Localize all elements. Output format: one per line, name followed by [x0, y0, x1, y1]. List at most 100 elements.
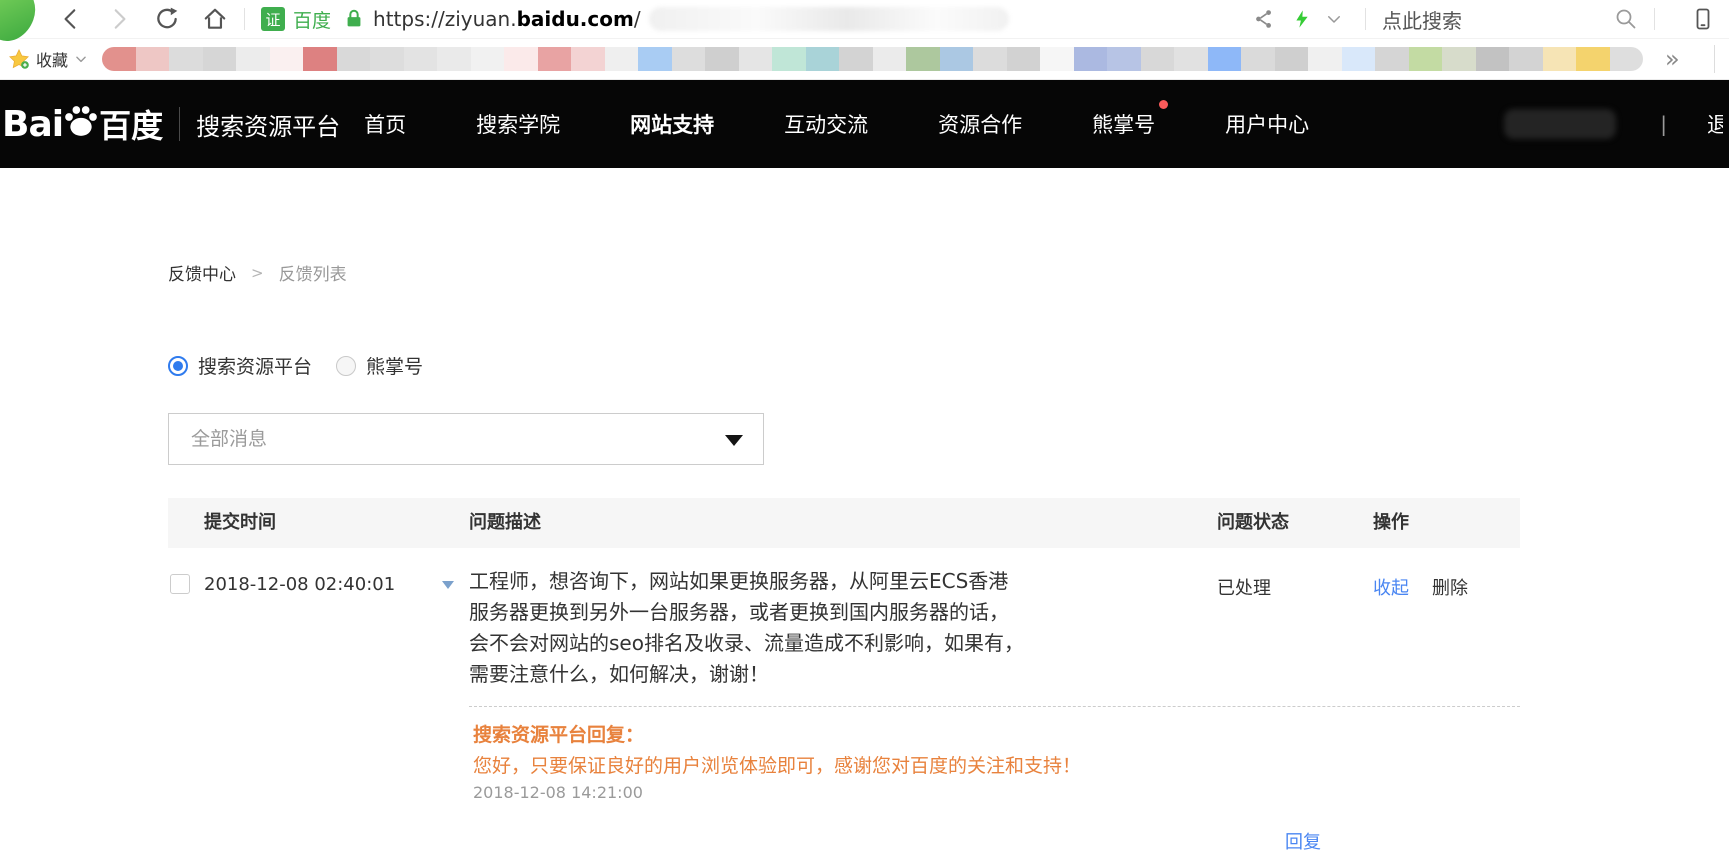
bookmark-item[interactable] — [1342, 47, 1376, 71]
bookmark-item[interactable] — [169, 47, 203, 71]
nav-item-search-academy[interactable]: 搜索学院 — [476, 109, 560, 139]
bookmark-item[interactable] — [739, 47, 773, 71]
bookmark-item[interactable] — [303, 47, 337, 71]
bookmark-item[interactable] — [1007, 47, 1041, 71]
bookmark-item[interactable] — [236, 47, 270, 71]
bookmark-item[interactable] — [1476, 47, 1510, 71]
bookmark-item[interactable] — [270, 47, 304, 71]
favorites-label[interactable]: 收藏 — [36, 47, 68, 71]
radio-search-platform[interactable] — [168, 356, 188, 376]
bookmark-item[interactable] — [102, 47, 136, 71]
lightning-icon[interactable] — [1293, 10, 1311, 28]
bookmark-item[interactable] — [1409, 47, 1443, 71]
message-filter-dropdown[interactable]: 全部消息 — [168, 413, 764, 465]
bookmark-item[interactable] — [672, 47, 706, 71]
submit-time: 2018-12-08 02:40:01 — [204, 574, 395, 595]
bookmark-item[interactable] — [1442, 47, 1476, 71]
certificate-site-label: 百度 — [293, 6, 331, 33]
bookmark-item[interactable] — [772, 47, 806, 71]
nav-item-label: 熊掌号 — [1092, 113, 1155, 137]
toolbar-divider — [244, 8, 245, 30]
bookmark-item[interactable] — [1208, 47, 1242, 71]
bookmark-item[interactable] — [437, 47, 471, 71]
radio-xiongzhanghao-label[interactable]: 熊掌号 — [366, 352, 423, 379]
bookmark-item[interactable] — [1275, 47, 1309, 71]
mobile-phone-icon[interactable] — [1691, 7, 1715, 31]
bookmark-item[interactable] — [1074, 47, 1108, 71]
share-icon[interactable] — [1253, 8, 1275, 30]
chevron-down-icon[interactable] — [1325, 10, 1343, 28]
radio-xiongzhanghao[interactable] — [336, 356, 356, 376]
delete-link[interactable]: 删除 — [1432, 574, 1468, 600]
search-icon[interactable] — [1614, 7, 1638, 31]
url-redacted-blur — [649, 7, 1009, 31]
bookmark-item[interactable] — [906, 47, 940, 71]
bookmark-item[interactable] — [1174, 47, 1208, 71]
dropdown-caret-icon — [725, 435, 743, 446]
bookmark-item[interactable] — [806, 47, 840, 71]
bookmark-item[interactable] — [1610, 47, 1644, 71]
url-slash: / — [634, 7, 641, 31]
bookmark-item[interactable] — [1107, 47, 1141, 71]
bookmark-item[interactable] — [873, 47, 907, 71]
nav-item-xiongzhanghao[interactable]: 熊掌号 — [1092, 109, 1155, 139]
reload-icon[interactable] — [154, 6, 180, 32]
breadcrumb-feedback-center[interactable]: 反馈中心 — [168, 260, 236, 285]
nav-item-site-support[interactable]: 网站支持 — [630, 109, 714, 139]
bookmark-item[interactable] — [1375, 47, 1409, 71]
nav-item-user-center[interactable]: 用户中心 — [1225, 109, 1309, 139]
bookmark-item[interactable] — [1040, 47, 1074, 71]
bookmarks-overflow-icon[interactable]: » — [1665, 47, 1680, 71]
forward-icon[interactable] — [106, 6, 132, 32]
notification-dot — [1159, 100, 1168, 109]
reply-link[interactable]: 回复 — [1285, 828, 1321, 854]
bookmark-item[interactable] — [605, 47, 639, 71]
bookmark-item[interactable] — [705, 47, 739, 71]
address-bar[interactable]: 证 百度 https://ziyuan.baidu.com/ — [261, 6, 1009, 33]
bookmark-item[interactable] — [839, 47, 873, 71]
baidu-logo[interactable]: Bai 百度 — [2, 101, 163, 147]
radio-search-platform-label[interactable]: 搜索资源平台 — [198, 352, 312, 379]
row-checkbox[interactable] — [170, 574, 190, 594]
bookmark-item[interactable] — [940, 47, 974, 71]
bookmark-item[interactable] — [973, 47, 1007, 71]
bookmark-item[interactable] — [504, 47, 538, 71]
nav-item-interaction[interactable]: 互动交流 — [784, 109, 868, 139]
collapse-link[interactable]: 收起 — [1373, 574, 1409, 600]
bookmark-item[interactable] — [471, 47, 505, 71]
nav-item-home[interactable]: 首页 — [364, 109, 406, 139]
back-icon[interactable] — [58, 6, 84, 32]
breadcrumb: 反馈中心 > 反馈列表 — [168, 260, 347, 285]
nav-items: 首页 搜索学院 网站支持 互动交流 资源合作 熊掌号 用户中心 — [364, 109, 1309, 139]
bookmark-item[interactable] — [1241, 47, 1275, 71]
logo-divider — [179, 107, 180, 141]
bookmark-item[interactable] — [404, 47, 438, 71]
bookmark-item[interactable] — [571, 47, 605, 71]
user-area: | 退 — [1504, 109, 1723, 139]
collapse-caret-icon[interactable] — [442, 581, 454, 589]
bookmark-item[interactable] — [203, 47, 237, 71]
bookmark-item[interactable] — [1576, 47, 1610, 71]
reply-title: 搜索资源平台回复： — [473, 720, 644, 747]
favorites-star-icon[interactable] — [8, 48, 30, 70]
certificate-badge-icon[interactable]: 证 — [261, 7, 285, 31]
bookmark-item[interactable] — [638, 47, 672, 71]
bookmark-item[interactable] — [337, 47, 371, 71]
home-icon[interactable] — [202, 6, 228, 32]
favorites-chevron-icon[interactable] — [74, 52, 88, 66]
feedback-page: 反馈中心 > 反馈列表 搜索资源平台 熊掌号 全部消息 提交时间 问题描述 问题… — [0, 168, 1729, 863]
bookmark-item[interactable] — [538, 47, 572, 71]
bookmark-item[interactable] — [1543, 47, 1577, 71]
question-line: 需要注意什么，如何解决，谢谢！ — [469, 659, 1059, 690]
search-input[interactable]: 点此搜索 — [1382, 5, 1462, 34]
bookmark-item[interactable] — [1141, 47, 1175, 71]
url-text[interactable]: https://ziyuan.baidu.com/ — [373, 7, 641, 31]
logout-link-partial[interactable]: 退 — [1707, 109, 1723, 139]
bookmark-item[interactable] — [1308, 47, 1342, 71]
bookmark-item[interactable] — [136, 47, 170, 71]
bookmark-item[interactable] — [1509, 47, 1543, 71]
bookmark-item[interactable] — [370, 47, 404, 71]
nav-item-resource-coop[interactable]: 资源合作 — [938, 109, 1022, 139]
reply-text: 您好，只要保证良好的用户浏览体验即可，感谢您对百度的关注和支持！ — [473, 751, 1081, 778]
column-actions: 操作 — [1373, 498, 1409, 548]
